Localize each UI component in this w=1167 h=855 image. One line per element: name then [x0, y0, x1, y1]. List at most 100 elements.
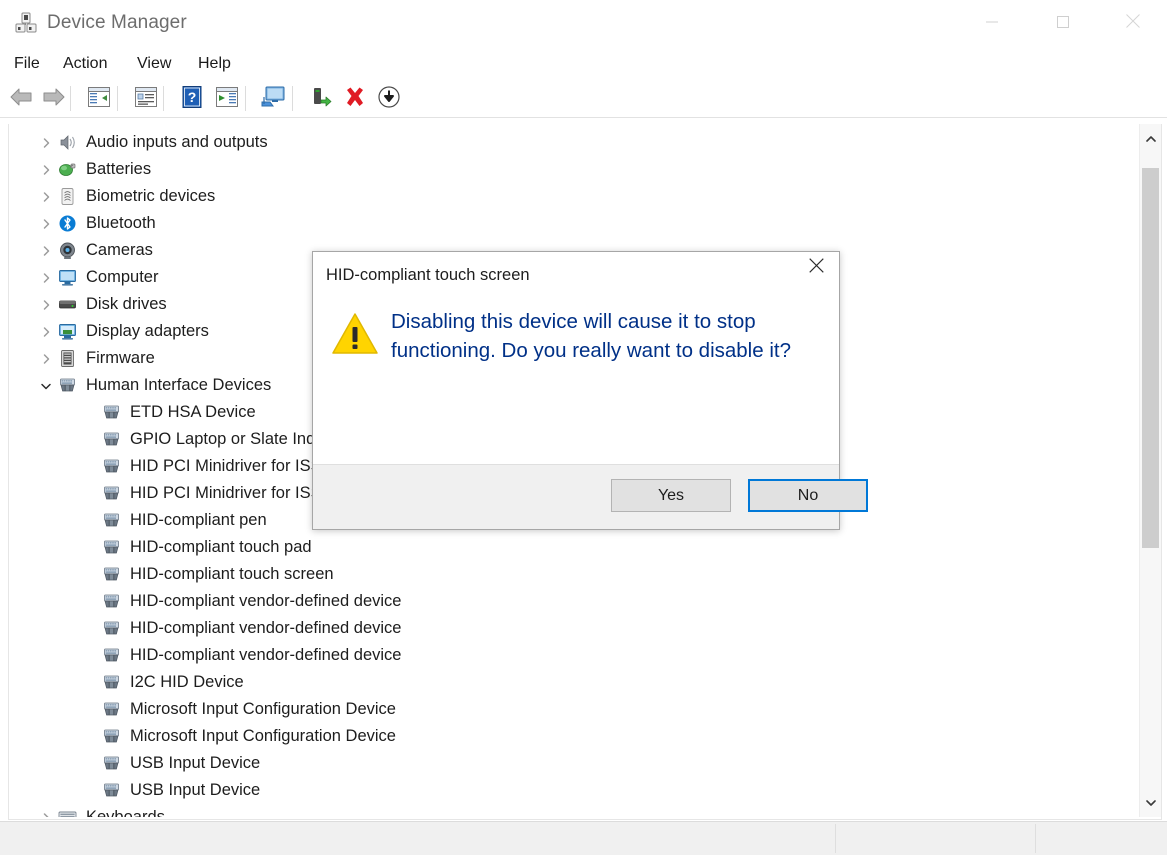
- tree-item[interactable]: HID-compliant touch screen: [9, 561, 1138, 588]
- bluetooth-icon: [58, 214, 77, 233]
- tree-item-label: Disk drives: [86, 295, 167, 313]
- tree-item-label: Computer: [86, 268, 159, 286]
- toolbar-separator: [117, 86, 118, 111]
- chevron-right-icon[interactable]: [39, 271, 53, 285]
- tree-no-expander: [83, 487, 97, 501]
- menu-view[interactable]: View: [137, 47, 171, 80]
- chevron-right-icon[interactable]: [39, 325, 53, 339]
- tree-item[interactable]: HID-compliant touch pad: [9, 534, 1138, 561]
- disable-device-button[interactable]: [374, 84, 404, 114]
- help-button[interactable]: ?: [177, 84, 207, 114]
- minimize-button[interactable]: [969, 0, 1015, 47]
- circle-down-icon: [378, 85, 400, 113]
- hid-icon: [102, 646, 121, 665]
- tree-no-expander: [83, 568, 97, 582]
- tree-item[interactable]: Batteries: [9, 156, 1138, 183]
- tree-item[interactable]: Keyboards: [9, 804, 1138, 817]
- toolbar-separator: [70, 86, 71, 111]
- tree-item[interactable]: HID-compliant vendor-defined device: [9, 588, 1138, 615]
- tree-item-label: Audio inputs and outputs: [86, 133, 268, 151]
- chevron-right-icon[interactable]: [39, 190, 53, 204]
- chevron-right-icon[interactable]: [39, 217, 53, 231]
- chevron-up-icon: [1145, 130, 1156, 148]
- tree-item[interactable]: Bluetooth: [9, 210, 1138, 237]
- chevron-right-icon[interactable]: [39, 811, 53, 817]
- scan-hardware-button[interactable]: [258, 84, 288, 114]
- menu-file[interactable]: File: [14, 47, 40, 80]
- tree-item[interactable]: USB Input Device: [9, 777, 1138, 804]
- confirm-disable-dialog: HID-compliant touch screen Disabling thi…: [312, 251, 868, 530]
- hid-icon: [58, 376, 77, 395]
- menu-action[interactable]: Action: [63, 47, 107, 80]
- hid-icon: [102, 457, 121, 476]
- window-play-icon: [216, 86, 238, 112]
- tree-no-expander: [83, 703, 97, 717]
- tree-no-expander: [83, 784, 97, 798]
- minimize-icon: [986, 15, 998, 33]
- close-button[interactable]: [1110, 0, 1156, 47]
- forward-button[interactable]: [39, 84, 69, 114]
- chevron-right-icon[interactable]: [39, 244, 53, 258]
- chevron-down-icon[interactable]: [39, 379, 53, 393]
- properties-button[interactable]: [131, 84, 161, 114]
- menu-help[interactable]: Help: [198, 47, 231, 80]
- title-bar: Device Manager: [0, 0, 1167, 47]
- scrollbar-thumb[interactable]: [1142, 168, 1159, 548]
- maximize-button[interactable]: [1040, 0, 1086, 47]
- yes-button[interactable]: Yes: [611, 479, 731, 512]
- vertical-scrollbar[interactable]: [1139, 124, 1161, 817]
- hid-icon: [102, 484, 121, 503]
- tree-item-label: HID-compliant touch pad: [130, 538, 312, 556]
- no-button[interactable]: No: [748, 479, 868, 512]
- tree-item-label: Display adapters: [86, 322, 209, 340]
- tree-item-label: Biometric devices: [86, 187, 216, 205]
- enable-device-button[interactable]: [306, 84, 336, 114]
- tree-no-expander: [83, 730, 97, 744]
- chevron-down-icon: [1145, 794, 1156, 812]
- uninstall-device-button[interactable]: [340, 84, 370, 114]
- dialog-title: HID-compliant touch screen: [326, 266, 530, 284]
- warning-icon: [331, 312, 379, 356]
- display-adapter-icon: [58, 322, 77, 341]
- tree-item[interactable]: I2C HID Device: [9, 669, 1138, 696]
- update-driver-button[interactable]: [212, 84, 242, 114]
- chevron-right-icon[interactable]: [39, 298, 53, 312]
- tree-item[interactable]: Microsoft Input Configuration Device: [9, 696, 1138, 723]
- tree-item-label: Human Interface Devices: [86, 376, 272, 394]
- tree-item-label: HID-compliant touch screen: [130, 565, 334, 583]
- fingerprint-icon: [58, 187, 77, 206]
- chevron-right-icon[interactable]: [39, 352, 53, 366]
- status-divider: [835, 824, 836, 853]
- chevron-right-icon[interactable]: [39, 136, 53, 150]
- close-icon: [808, 258, 824, 278]
- arrow-right-icon: [42, 86, 66, 113]
- dialog-close-button[interactable]: [793, 252, 839, 284]
- tree-item-label: Microsoft Input Configuration Device: [130, 700, 396, 718]
- tree-item-label: HID-compliant pen: [130, 511, 267, 529]
- dialog-footer: Yes No: [313, 464, 868, 529]
- tree-item[interactable]: Biometric devices: [9, 183, 1138, 210]
- tree-item[interactable]: Audio inputs and outputs: [9, 129, 1138, 156]
- tree-item-label: HID-compliant vendor-defined device: [130, 646, 402, 664]
- chevron-right-icon[interactable]: [39, 163, 53, 177]
- hid-icon: [102, 565, 121, 584]
- tree-no-expander: [83, 406, 97, 420]
- device-enable-icon: [310, 86, 332, 113]
- menu-bar: File Action View Help: [0, 47, 1167, 80]
- tree-no-expander: [83, 433, 97, 447]
- tree-no-expander: [83, 757, 97, 771]
- status-divider: [1035, 824, 1036, 853]
- back-button[interactable]: [6, 84, 36, 114]
- tree-item-label: Bluetooth: [86, 214, 156, 232]
- tree-item[interactable]: USB Input Device: [9, 750, 1138, 777]
- tree-item[interactable]: Microsoft Input Configuration Device: [9, 723, 1138, 750]
- tree-item-label: Batteries: [86, 160, 152, 178]
- tree-item-label: HID PCI Minidriver for ISS: [130, 484, 322, 502]
- show-hide-tree-button[interactable]: [84, 84, 114, 114]
- tree-no-expander: [83, 676, 97, 690]
- scroll-down-button[interactable]: [1140, 792, 1161, 813]
- scroll-up-button[interactable]: [1140, 128, 1161, 149]
- tree-item-label: HID-compliant vendor-defined device: [130, 619, 402, 637]
- tree-item[interactable]: HID-compliant vendor-defined device: [9, 615, 1138, 642]
- tree-item[interactable]: HID-compliant vendor-defined device: [9, 642, 1138, 669]
